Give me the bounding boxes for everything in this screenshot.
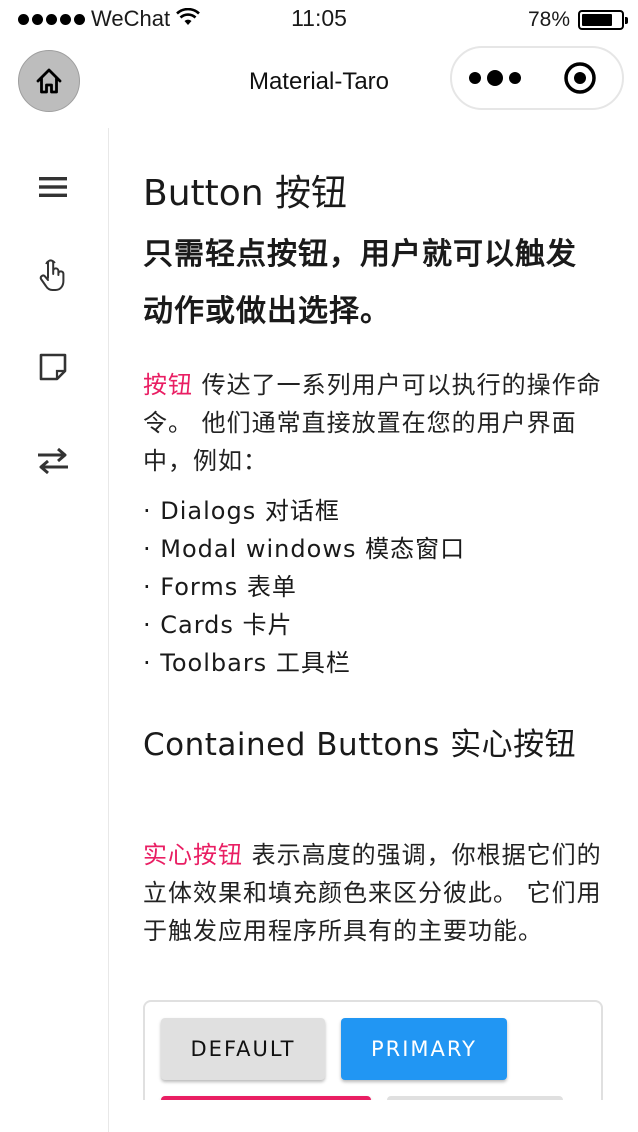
- list-item: · Dialogs 对话框: [143, 497, 340, 525]
- list-item: · Toolbars 工具栏: [143, 649, 351, 677]
- status-bar: WeChat 11:05 78%: [0, 0, 638, 40]
- menu-icon[interactable]: [36, 170, 70, 204]
- secondary-button[interactable]: [161, 1096, 371, 1100]
- default-button[interactable]: DEFAULT: [161, 1018, 325, 1080]
- more-icon: [468, 70, 521, 86]
- demo-card: DEFAULT PRIMARY: [143, 1000, 603, 1100]
- list-item: · Cards 卡片: [143, 611, 293, 639]
- heading-subtitle: 只需轻点按钮，用户就可以触发动作或做出选择。: [143, 237, 577, 329]
- usage-list: · Dialogs 对话框 · Modal windows 模态窗口 · For…: [143, 492, 465, 682]
- battery-fill: [582, 14, 612, 26]
- intro-text: 传达了一系列用户可以执行的操作命令。 他们通常直接放置在您的用户界面中，例如：: [143, 371, 602, 475]
- heading-title: Button 按钮: [143, 173, 348, 214]
- sidebar: [0, 128, 109, 1132]
- list-item: · Forms 表单: [143, 573, 297, 601]
- more-button[interactable]: [452, 70, 537, 86]
- touch-icon[interactable]: [36, 258, 70, 292]
- main-content: Button 按钮 只需轻点按钮，用户就可以触发动作或做出选择。 按钮 传达了一…: [143, 128, 605, 1100]
- status-right: 78%: [527, 8, 628, 32]
- buttons-link[interactable]: 按钮: [143, 371, 193, 399]
- nav-bar: Material-Taro: [0, 40, 638, 128]
- battery-percent: 78%: [527, 8, 570, 31]
- disabled-button: [387, 1096, 563, 1100]
- section-title: Contained Buttons 实心按钮: [143, 727, 577, 763]
- intro-paragraph: 按钮 传达了一系列用户可以执行的操作命令。 他们通常直接放置在您的用户界面中，例…: [143, 366, 605, 480]
- battery-tip: [625, 17, 628, 24]
- target-icon: [563, 62, 596, 94]
- battery-icon: [578, 10, 628, 30]
- primary-button[interactable]: PRIMARY: [341, 1018, 507, 1080]
- swap-icon[interactable]: [36, 444, 70, 478]
- contained-buttons-link[interactable]: 实心按钮: [143, 841, 243, 869]
- note-icon[interactable]: [36, 350, 70, 384]
- close-miniprogram-button[interactable]: [537, 61, 622, 95]
- capsule-menu: [450, 46, 624, 110]
- list-item: · Modal windows 模态窗口: [143, 535, 466, 563]
- section-paragraph: 实心按钮 表示高度的强调，你根据它们的立体效果和填充颜色来区分彼此。 它们用于触…: [143, 836, 605, 950]
